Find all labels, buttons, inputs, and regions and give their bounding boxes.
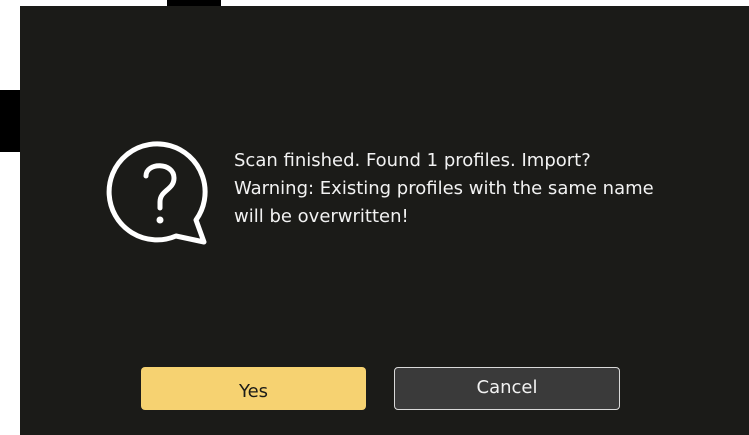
message-line-2: Warning: Existing profiles with the same… [234, 178, 654, 199]
question-bubble-icon [100, 132, 220, 252]
message-line-3: will be overwritten! [234, 206, 409, 227]
confirmation-dialog: Scan finished. Found 1 profiles. Import?… [20, 6, 749, 435]
message-line-1: Scan finished. Found 1 profiles. Import? [234, 150, 591, 171]
yes-button[interactable]: Yes [141, 367, 366, 410]
cancel-button[interactable]: Cancel [394, 367, 620, 410]
dialog-message: Scan finished. Found 1 profiles. Import?… [234, 147, 704, 231]
screen: Scan finished. Found 1 profiles. Import?… [0, 0, 749, 435]
background-window-strip [0, 90, 20, 152]
